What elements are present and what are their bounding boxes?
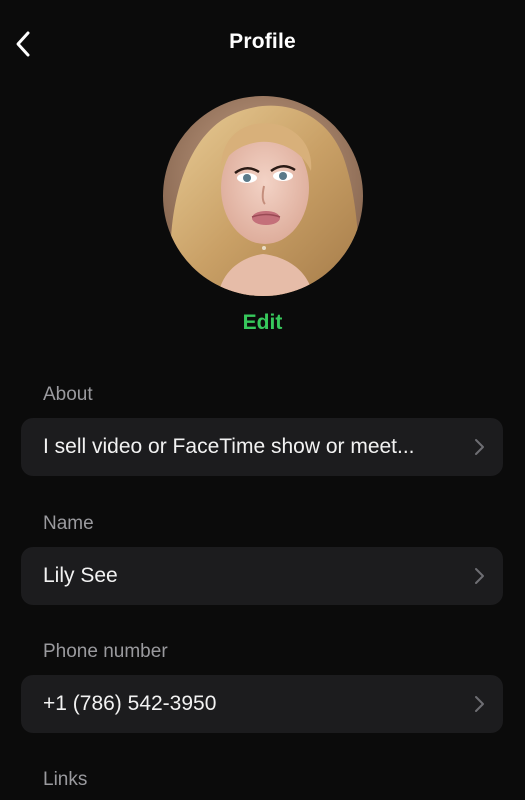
about-value: I sell video or FaceTime show or meet... bbox=[43, 435, 415, 458]
section-label-links: Links bbox=[43, 769, 88, 790]
section-label-phone: Phone number bbox=[43, 641, 168, 662]
chevron-right-icon bbox=[475, 568, 484, 584]
about-row[interactable]: I sell video or FaceTime show or meet... bbox=[21, 418, 503, 476]
phone-value: +1 (786) 542-3950 bbox=[43, 692, 217, 715]
avatar[interactable] bbox=[163, 96, 363, 296]
chevron-right-icon bbox=[475, 439, 484, 455]
name-value: Lily See bbox=[43, 564, 118, 587]
page-title: Profile bbox=[229, 30, 296, 53]
name-row[interactable]: Lily See bbox=[21, 547, 503, 605]
section-label-name: Name bbox=[43, 513, 94, 534]
profile-photo bbox=[163, 96, 363, 296]
phone-row[interactable]: +1 (786) 542-3950 bbox=[21, 675, 503, 733]
edit-photo-button[interactable]: Edit bbox=[0, 311, 525, 335]
header-bar: Profile bbox=[0, 0, 525, 90]
section-label-about: About bbox=[43, 384, 93, 405]
chevron-right-icon bbox=[475, 696, 484, 712]
